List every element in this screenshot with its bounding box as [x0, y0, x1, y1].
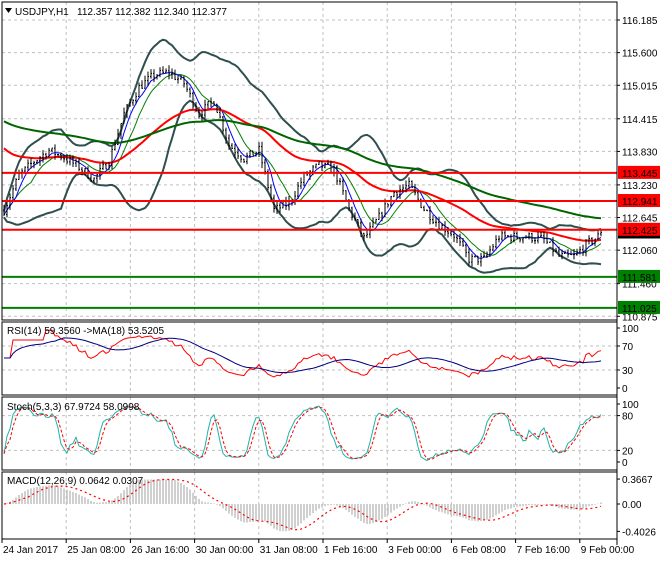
ohlc-readout: 112.357 112.382 112.340 112.377	[77, 7, 227, 18]
rsi-title: RSI(14) 59.3560 ->MA(18) 53.5205	[7, 326, 164, 337]
stoch-signal-line	[3, 406, 602, 460]
time-tick-label: 1 Feb 16:00	[324, 545, 378, 556]
time-tick-label: 30 Jan 00:00	[196, 545, 254, 556]
price-tick-label: 113.230	[622, 181, 658, 192]
price-tick-label: 112.060	[622, 246, 658, 257]
time-tick-label: 24 Jan 2017	[3, 545, 58, 556]
macd-tick-label: 0.00	[622, 500, 642, 511]
level-price-label: 111.581	[622, 273, 657, 284]
stoch-tick-label: 20	[622, 446, 634, 457]
level-price-label: 112.941	[622, 197, 658, 208]
stoch-main-line	[3, 405, 602, 462]
level-price-label: 112.425	[622, 226, 658, 237]
price-tick-label: 113.830	[622, 147, 658, 158]
price-tick-label: 115.600	[622, 49, 658, 60]
level-price-label: 111.025	[622, 304, 657, 315]
stoch-tick-label: 0	[622, 458, 628, 469]
macd-title: MACD(12,26,9) 0.0642 0.0307	[7, 476, 144, 487]
stoch-title: Stoch(5,3,3) 67.9724 58.0998	[7, 402, 140, 413]
macd-panel[interactable]	[3, 478, 602, 532]
grid	[1, 2, 617, 539]
rsi-tick-label: 0	[622, 384, 628, 395]
collapse-triangle-icon[interactable]	[5, 8, 12, 13]
time-tick-label: 25 Jan 08:00	[67, 545, 125, 556]
time-tick-label: 26 Jan 16:00	[131, 545, 189, 556]
trading-chart[interactable]: 116.185 115.600 115.015 114.415 113.830 113.2…	[0, 0, 660, 560]
price-tick-label: 114.415	[622, 115, 658, 126]
rsi-tick-label: 100	[622, 324, 639, 335]
stochastic-panel[interactable]	[3, 405, 602, 462]
bollinger-lower-line	[3, 99, 602, 274]
time-tick-label: 7 Feb 16:00	[517, 545, 571, 556]
stoch-tick-label: 80	[622, 412, 634, 423]
rsi-tick-label: 30	[622, 366, 634, 377]
price-tick-label: 116.185	[622, 16, 658, 27]
level-price-label: 113.445	[622, 169, 658, 180]
stoch-tick-label: 100	[622, 400, 639, 411]
time-tick-label: 9 Feb 00:00	[581, 545, 635, 556]
price-tick-label: 115.015	[622, 81, 658, 92]
macd-tick-label: 0.3667	[622, 475, 653, 486]
time-tick-label: 3 Feb 00:00	[388, 545, 442, 556]
rsi-ma-line	[4, 337, 602, 373]
rsi-tick-label: 70	[622, 342, 634, 353]
time-tick-label: 6 Feb 08:00	[452, 545, 506, 556]
time-tick-label: 31 Jan 08:00	[260, 545, 318, 556]
macd-tick-label: -0.4026	[622, 527, 656, 538]
price-panel[interactable]	[2, 38, 617, 309]
symbol-label: USDJPY,H1	[15, 7, 69, 18]
